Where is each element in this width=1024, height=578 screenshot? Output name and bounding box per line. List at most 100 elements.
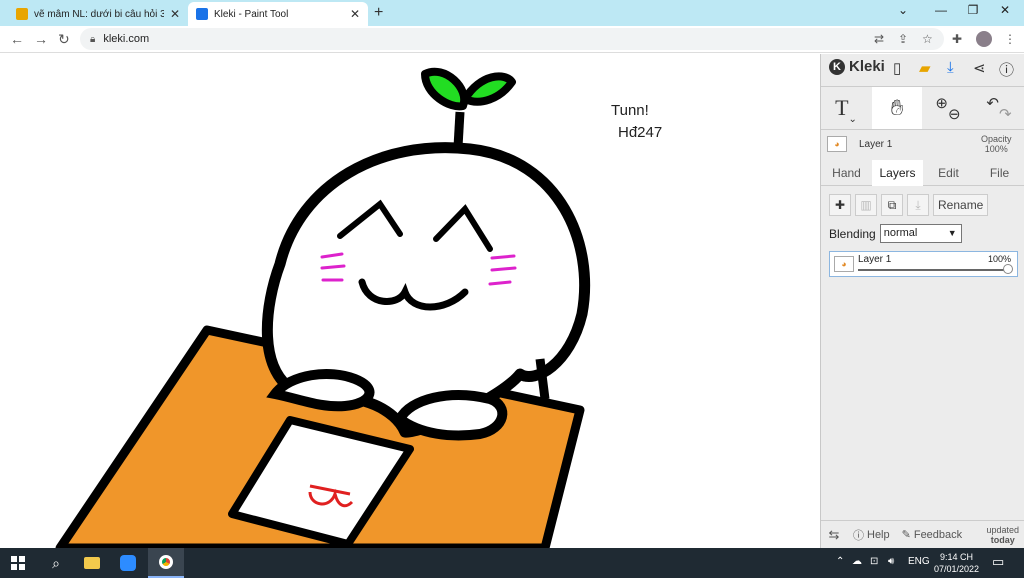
tab-file[interactable]: File	[974, 160, 1024, 186]
panel-bottom-bar: ⇆ ⓘ Help ✎ Feedback updated today	[821, 520, 1024, 548]
opacity-value: 100%	[984, 144, 1008, 154]
chrome-taskbar-button[interactable]	[148, 548, 184, 578]
add-layer-button[interactable]: ✚	[829, 194, 851, 216]
extensions-puzzle-icon[interactable]: ✚	[952, 32, 962, 46]
share-icon[interactable]: ⋖	[973, 59, 986, 77]
tab-hand[interactable]: Hand	[821, 160, 872, 186]
share-icon[interactable]: ⇪	[898, 32, 908, 46]
merge-layer-button[interactable]: ⤓	[907, 194, 929, 216]
file-explorer-button[interactable]	[74, 548, 110, 578]
hand-tool-button[interactable]: ✋︎	[872, 87, 922, 129]
layer-list-item[interactable]: ◕ Layer 1 100%	[829, 251, 1018, 277]
restore-icon[interactable]: ❐	[958, 3, 988, 17]
site-favicon-icon	[16, 8, 28, 20]
profile-avatar[interactable]	[976, 31, 992, 47]
panel-tabs: Hand Layers Edit File	[821, 160, 1024, 186]
kleki-logo-icon: K	[829, 58, 845, 75]
tab-strip: vẽ mâm NL: dưới bi câu hỏi 3600 ✕ Kleki …	[0, 0, 1024, 26]
swap-panel-icon[interactable]: ⇆	[821, 527, 847, 543]
opacity-readout: Opacity 100%	[981, 134, 1012, 154]
zoom-app-button[interactable]	[110, 548, 146, 578]
undo-redo-buttons[interactable]: ↶ ↷	[974, 87, 1024, 129]
clock[interactable]: 9:14 CH 07/01/2022	[934, 551, 979, 575]
current-layer-line: ◕ Layer 1 Opacity 100%	[821, 132, 1024, 158]
volume-icon[interactable]: 🔊︎	[888, 556, 894, 567]
notification-icon[interactable]: ▭	[992, 554, 1004, 570]
tab-edit[interactable]: Edit	[923, 160, 974, 186]
help-label: Help	[867, 528, 890, 541]
zoom-app-icon	[120, 555, 136, 571]
chevron-down-icon: ⌄	[848, 113, 857, 125]
forward-arrow-icon[interactable]: →	[34, 31, 48, 47]
blending-label: Blending	[829, 226, 876, 241]
canvas-drawing	[55, 67, 591, 548]
minimize-icon[interactable]: —	[926, 3, 956, 17]
updated-line1: updated	[986, 524, 1019, 535]
tab-layers[interactable]: Layers	[872, 160, 923, 186]
bookmark-star-icon[interactable]: ☆	[922, 32, 933, 46]
taskbar: ⌕ ⌃ ☁ ⊡ 🔊︎ ENG 9:14 CH 07/01/2022 ▭	[0, 548, 1024, 578]
lock-icon: 🔒︎	[90, 33, 96, 45]
back-arrow-icon[interactable]: ←	[10, 31, 24, 47]
blending-select[interactable]: normal ▼	[879, 224, 962, 243]
layer-item-opacity: 100%	[988, 254, 1012, 264]
zoom-in-icon[interactable]: ⊕	[935, 94, 948, 112]
layer-opacity-handle[interactable]	[1003, 264, 1013, 274]
new-tab-button[interactable]: +	[374, 4, 383, 22]
tab-search-icon[interactable]: ⌄	[888, 3, 918, 17]
drawing-canvas[interactable]: Tunn! Hđ247	[0, 54, 820, 548]
text-tool-button[interactable]: T ⌄	[821, 87, 871, 129]
duplicate-layer-button[interactable]: ⧉	[881, 194, 903, 216]
translate-icon[interactable]: ⇄	[874, 32, 884, 46]
tab-kleki[interactable]: Kleki - Paint Tool ✕	[188, 2, 368, 26]
new-image-icon[interactable]: ▯	[893, 59, 901, 77]
rename-layer-button[interactable]: Rename	[933, 194, 989, 216]
network-icon[interactable]: ⊡	[870, 556, 878, 567]
paw-left-shape	[266, 369, 375, 412]
undo-icon[interactable]: ↶	[986, 94, 999, 112]
layer-opacity-track[interactable]	[858, 269, 1008, 271]
canvas-text-hd247: Hđ247	[618, 124, 663, 141]
open-folder-icon[interactable]: ▰	[919, 59, 931, 77]
start-button[interactable]	[0, 548, 36, 578]
menu-dots-icon[interactable]: ⋮	[1004, 32, 1016, 46]
help-circle-icon[interactable]: ⓘ	[999, 59, 1014, 80]
delete-layer-button[interactable]: ▥	[855, 194, 877, 216]
onedrive-cloud-icon[interactable]: ☁	[852, 556, 862, 567]
address-bar[interactable]: 🔒︎ kleki.com	[80, 28, 944, 50]
layer-buttons: ✚ ▥ ⧉ ⤓ Rename	[829, 194, 989, 216]
blending-row: Blending normal ▼	[829, 224, 962, 243]
strap-shape	[535, 358, 550, 400]
feedback-label: Feedback	[913, 528, 963, 541]
tab-ve-mam[interactable]: vẽ mâm NL: dưới bi câu hỏi 3600 ✕	[8, 2, 188, 26]
language-indicator[interactable]: ENG	[908, 556, 930, 567]
text-tool-icon: T	[835, 95, 849, 120]
tab-title: vẽ mâm NL: dưới bi câu hỏi 3600	[34, 8, 164, 20]
close-tab-icon[interactable]: ✕	[350, 7, 360, 21]
kleki-logo-text: Kleki	[849, 58, 885, 75]
folder-icon	[84, 557, 100, 569]
zoom-out-icon[interactable]: ⊖	[948, 105, 961, 123]
close-tab-icon[interactable]: ✕	[170, 7, 180, 21]
reload-icon[interactable]: ↻	[58, 31, 70, 48]
feedback-button[interactable]: ✎ Feedback	[902, 528, 963, 542]
sprout-leaf-shape	[421, 67, 516, 111]
help-circle-icon: ⓘ	[853, 529, 864, 542]
kleki-logo: K Kleki	[829, 58, 885, 75]
close-window-icon[interactable]: ✕	[990, 3, 1020, 17]
search-button[interactable]: ⌕	[38, 548, 74, 578]
show-hidden-icons-icon[interactable]: ⌃	[836, 556, 844, 567]
canvas-text-tunn: Tunn!	[611, 102, 649, 119]
blending-value: normal	[883, 227, 918, 239]
help-button[interactable]: ⓘ Help	[853, 527, 890, 543]
opacity-label: Opacity	[981, 134, 1012, 144]
redo-icon[interactable]: ↷	[999, 105, 1012, 123]
layer-item-name: Layer 1	[858, 254, 892, 265]
url-text: kleki.com	[103, 33, 150, 45]
clock-time: 9:14 CH	[940, 552, 974, 562]
updated-line2: today	[990, 534, 1015, 545]
download-icon[interactable]: ⤓	[947, 59, 954, 76]
zoom-buttons[interactable]: ⊕ ⊖	[923, 87, 973, 129]
current-layer-name: Layer 1	[859, 139, 893, 150]
windows-logo-icon	[11, 556, 25, 570]
